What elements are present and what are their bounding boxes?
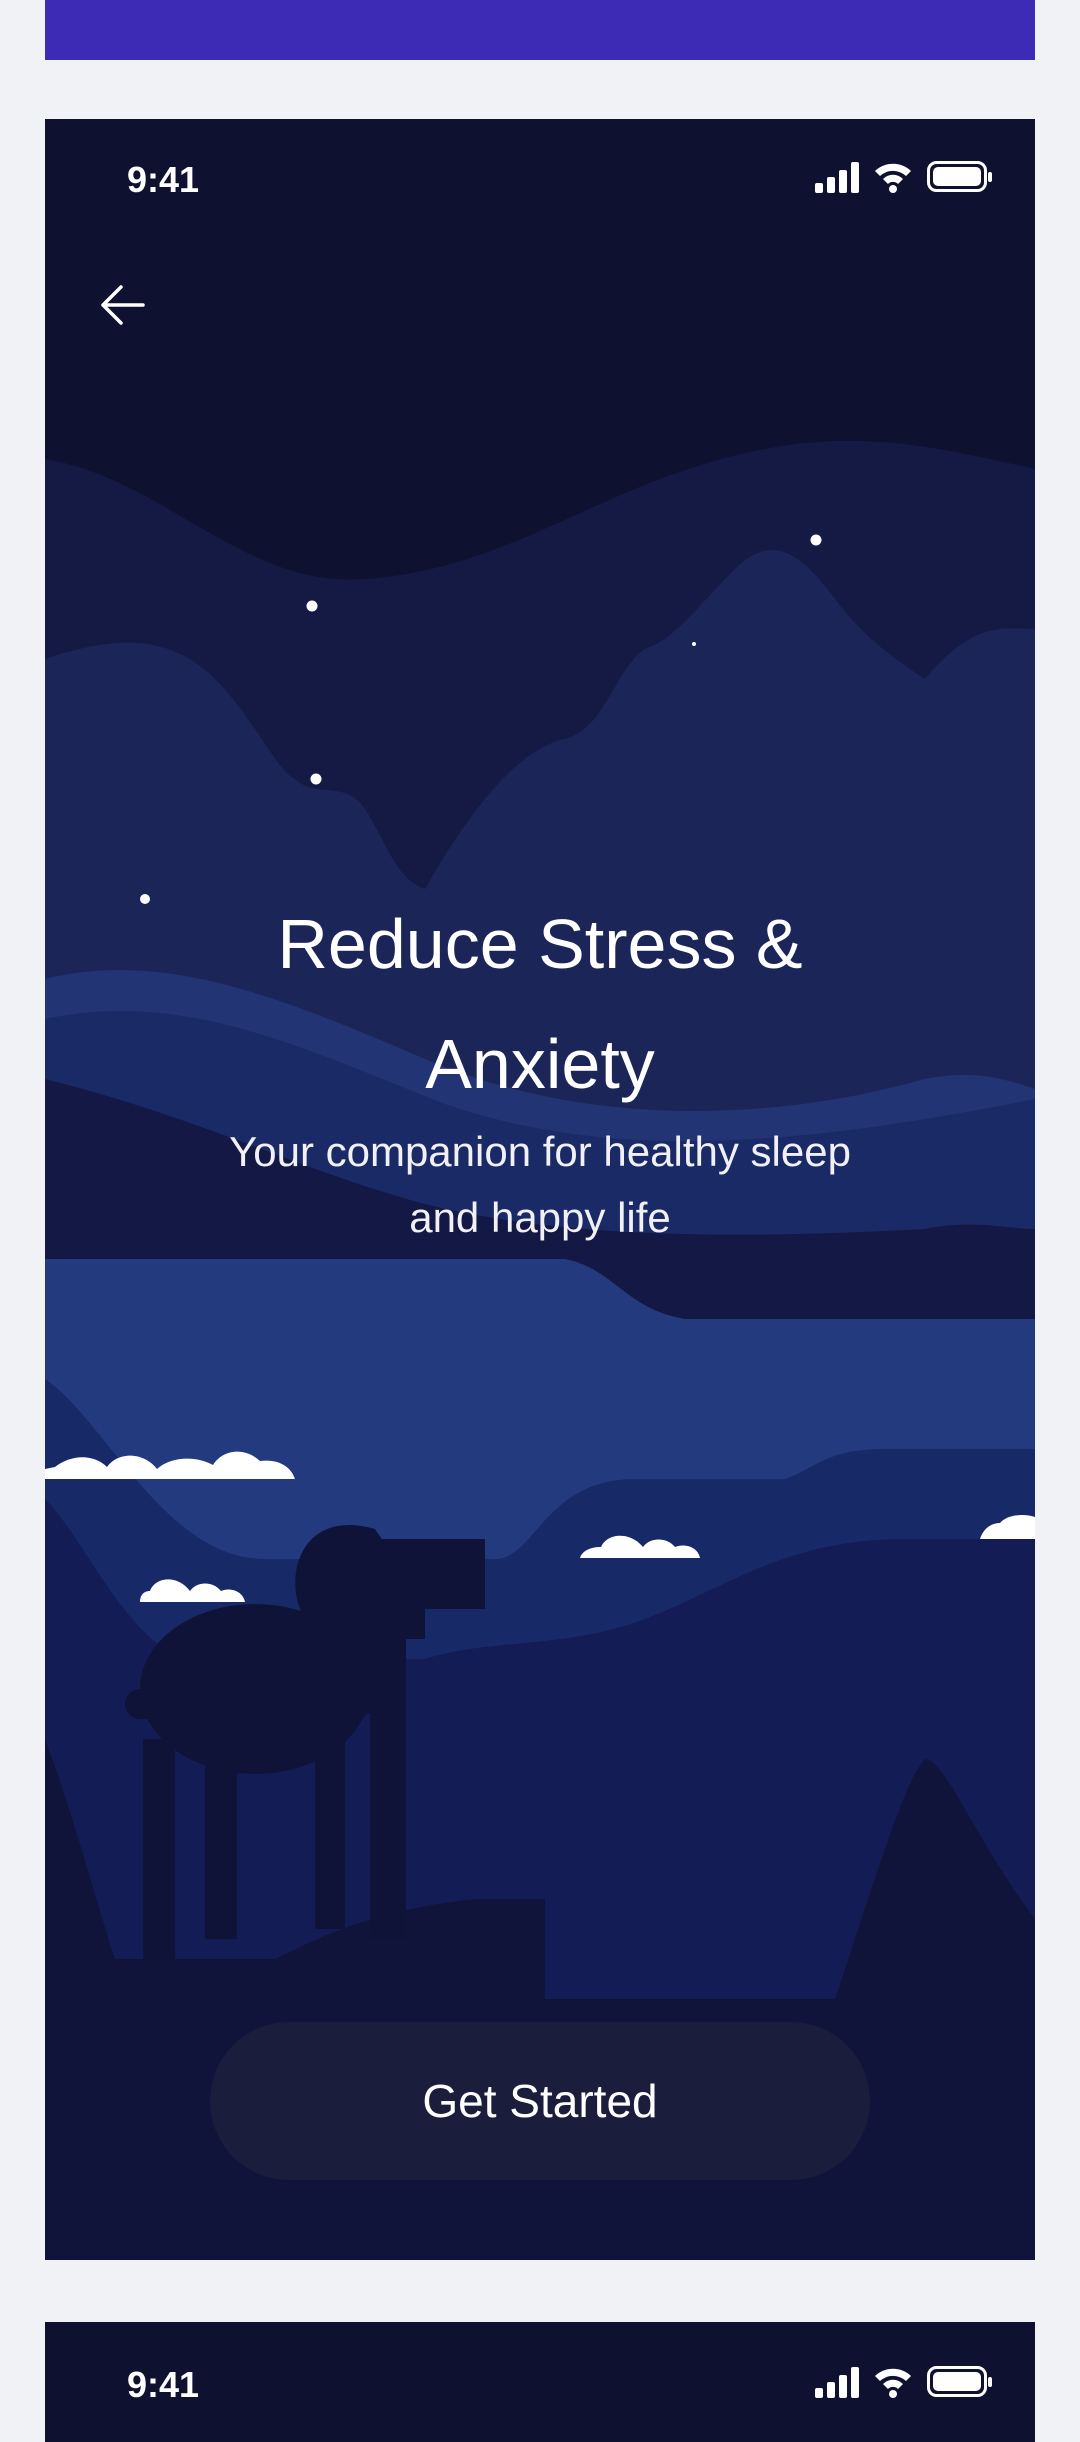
status-bar: 9:41 (45, 119, 1035, 229)
battery-icon (927, 161, 993, 198)
page-title-line-1: Reduce Stress & (277, 905, 803, 983)
wifi-icon (873, 159, 913, 200)
previous-screen-bar (45, 0, 1035, 60)
next-status-icons (815, 2364, 993, 2405)
signal-bars-icon (815, 159, 863, 200)
page-subtitle: Your companion for healthy sleep and hap… (165, 1119, 915, 1251)
arrow-left-icon (97, 279, 149, 336)
next-screen-preview: 9:41 (45, 2322, 1035, 2442)
battery-icon (927, 2366, 993, 2403)
page-subtitle-line-1: Your companion for healthy sleep (229, 1128, 851, 1175)
onboarding-screen: 9:41 Reduce Stress & Anxiety Your compan… (45, 119, 1035, 2260)
get-started-button[interactable]: Get Started (210, 2022, 870, 2180)
page-subtitle-line-2: and happy life (409, 1194, 671, 1241)
page-title: Reduce Stress & Anxiety (45, 884, 1035, 1124)
page-title-line-2: Anxiety (425, 1025, 655, 1103)
wifi-icon (873, 2364, 913, 2405)
back-button[interactable] (85, 269, 161, 345)
status-icons (815, 159, 993, 200)
signal-bars-icon (815, 2364, 863, 2405)
status-time: 9:41 (127, 159, 200, 200)
